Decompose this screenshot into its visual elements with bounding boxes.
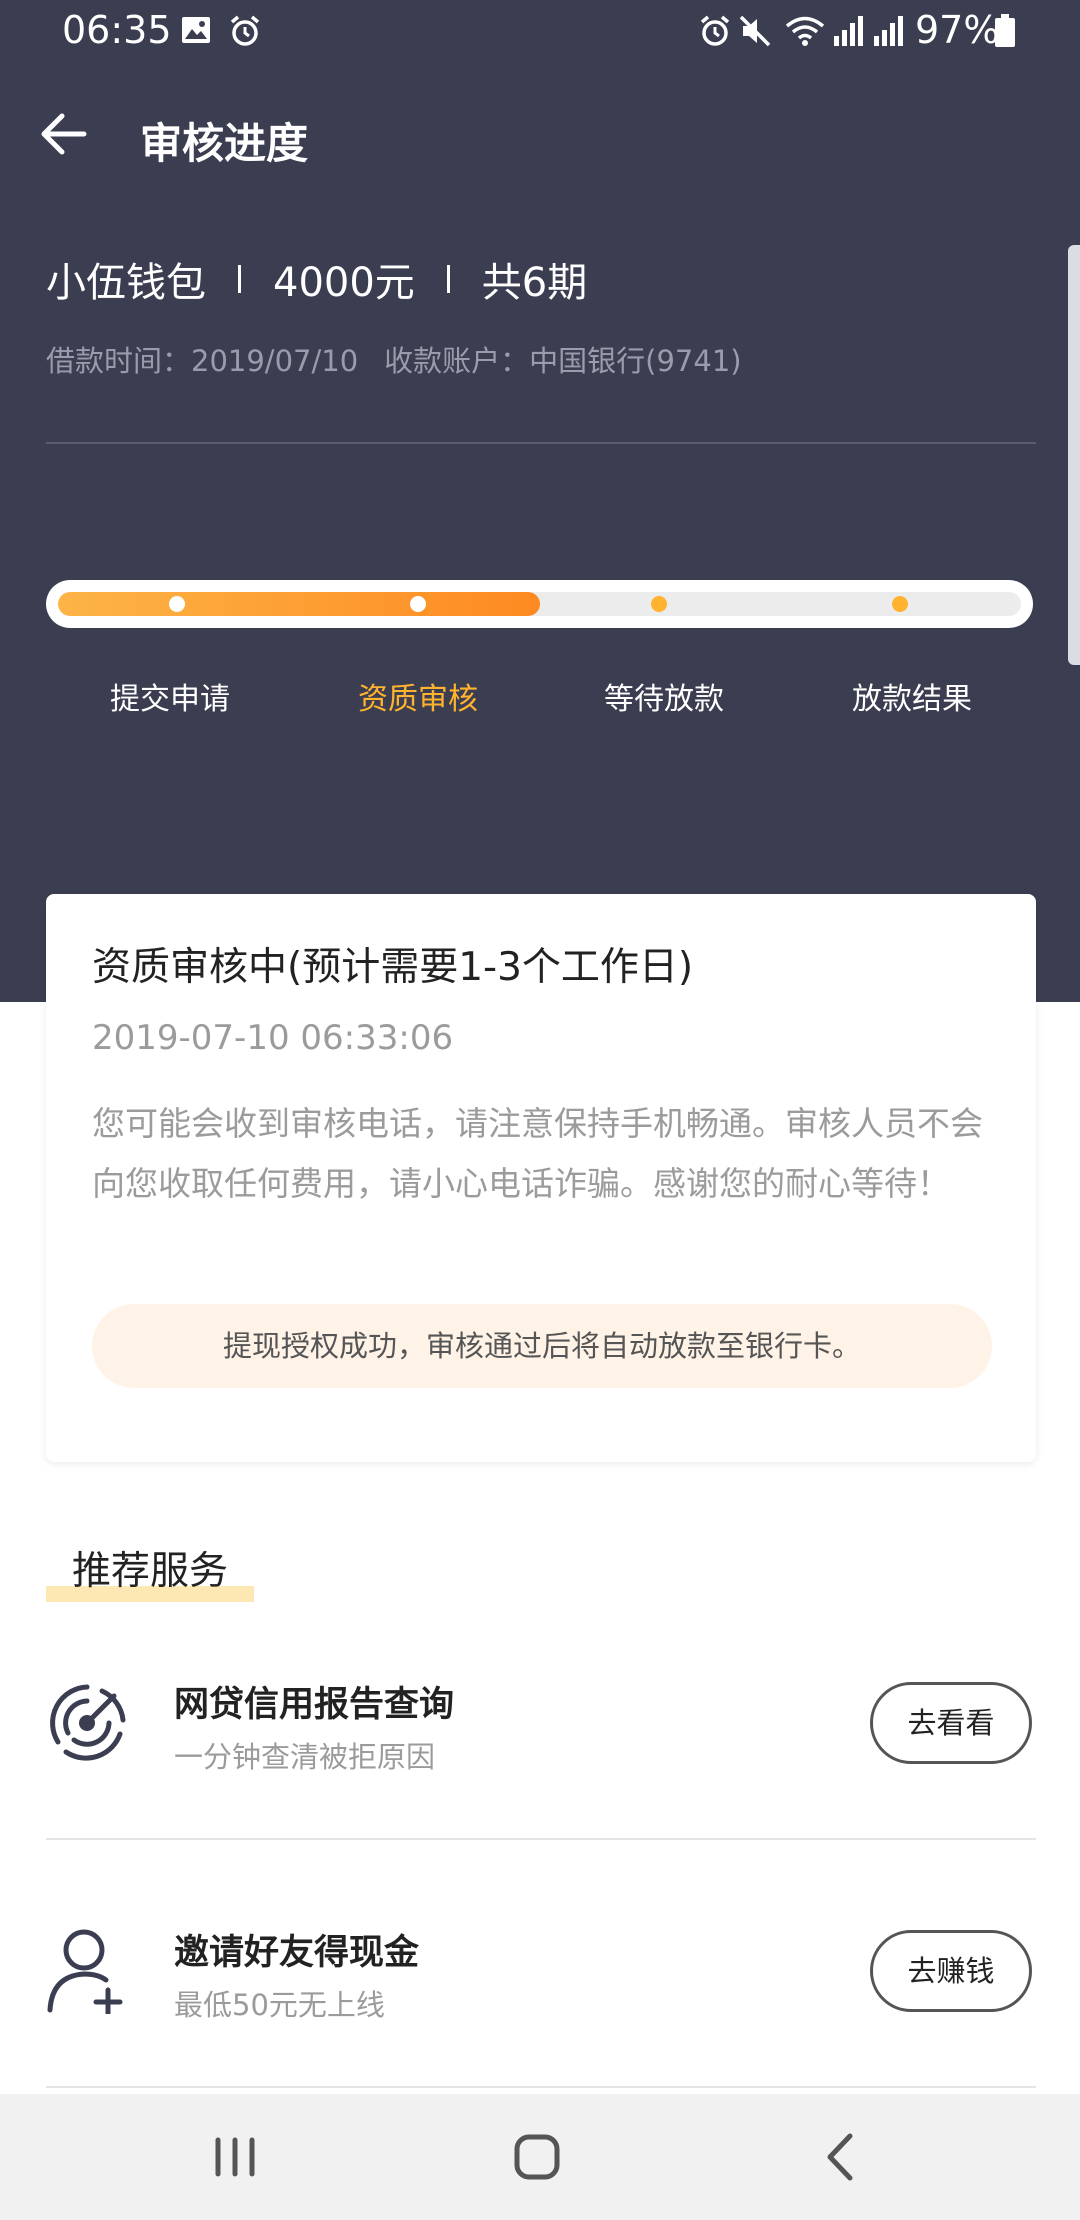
- status-bar: 06:35 97%: [0, 0, 1080, 62]
- alarm-icon: [230, 15, 260, 46]
- invite-earn-button[interactable]: 去赚钱: [870, 1930, 1032, 2012]
- home-button[interactable]: [502, 2122, 572, 2192]
- back-button[interactable]: [806, 2122, 876, 2192]
- progress-dot-review: [410, 596, 426, 612]
- progress-fill: [58, 592, 540, 616]
- scrollbar[interactable]: [1068, 245, 1080, 665]
- divider: [46, 2086, 1036, 2088]
- review-status-time: 2019-07-10 06:33:06: [92, 1018, 454, 1058]
- page-title: 审核进度: [140, 119, 309, 168]
- review-status-title: 资质审核中(预计需要1-3个工作日): [92, 945, 694, 990]
- alarm-icon: [700, 15, 730, 46]
- divider: [46, 442, 1036, 444]
- wifi-icon: [785, 16, 825, 46]
- step-label-waiting: 等待放款: [604, 682, 724, 717]
- system-nav-bar: [0, 2094, 1080, 2220]
- loan-meta: 借款时间：2019/07/10 收款账户：中国银行(9741): [46, 338, 742, 380]
- radar-icon: [50, 1684, 126, 1761]
- step-label-submit: 提交申请: [110, 682, 230, 717]
- add-user-icon: [47, 1929, 123, 2014]
- signal-icon: [834, 16, 863, 46]
- back-arrow-button[interactable]: [38, 108, 90, 160]
- review-status-description: 您可能会收到审核电话，请注意保持手机畅通。审核人员不会向您收取任何费用，请小心电…: [92, 1104, 983, 1203]
- gallery-icon: [182, 17, 210, 43]
- service-title-credit-report: 网贷信用报告查询: [174, 1685, 455, 1725]
- mute-icon: [739, 15, 771, 47]
- progress-dot-waiting: [651, 596, 667, 612]
- progress-dot-result: [892, 596, 908, 612]
- loan-periods: 共6期: [481, 260, 588, 306]
- receiving-account: 收款账户：中国银行(9741): [384, 344, 742, 378]
- service-title-invite: 邀请好友得现金: [174, 1933, 420, 1973]
- separator: [238, 265, 241, 293]
- review-status-card: 资质审核中(预计需要1-3个工作日) 2019-07-10 06:33:06 您…: [46, 894, 1036, 1462]
- service-subtitle-invite: 最低50元无上线: [174, 1988, 385, 2022]
- progress-dot-submit: [169, 596, 185, 612]
- section-title-recommended: 推荐服务: [46, 1540, 254, 1602]
- loan-time: 借款时间：2019/07/10: [46, 344, 359, 378]
- step-label-result: 放款结果: [852, 682, 972, 717]
- recent-apps-button[interactable]: [200, 2122, 270, 2192]
- service-subtitle-credit-report: 一分钟查清被拒原因: [174, 1740, 436, 1774]
- divider: [46, 1838, 1036, 1840]
- separator: [446, 265, 450, 293]
- loan-amount: 4000元: [273, 260, 415, 306]
- loan-summary: 小伍钱包 4000元 共6期: [46, 250, 587, 308]
- progress-bar: [46, 580, 1033, 628]
- battery-icon: [995, 14, 1015, 47]
- signal-icon: [874, 16, 903, 46]
- notice-banner: 提现授权成功，审核通过后将自动放款至银行卡。: [92, 1304, 992, 1388]
- battery-percent: 97%: [915, 8, 1000, 52]
- status-time: 06:35: [62, 8, 172, 52]
- product-name: 小伍钱包: [46, 260, 206, 306]
- view-credit-report-button[interactable]: 去看看: [870, 1682, 1032, 1764]
- step-label-review: 资质审核: [358, 682, 478, 717]
